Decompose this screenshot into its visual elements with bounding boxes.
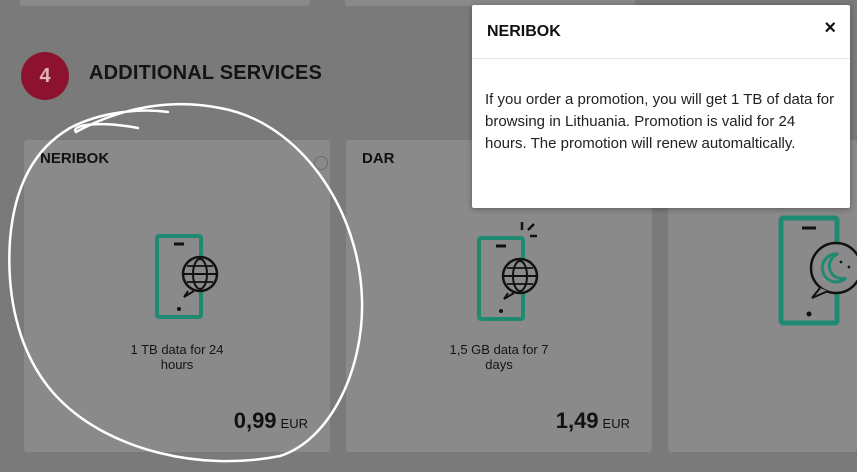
card-price: 1,49 EUR (555, 408, 630, 433)
phone-moon-chat-icon (778, 215, 857, 326)
card-description: 1 TB data for 24 hours (130, 342, 224, 372)
card-price: 0,99 EUR (233, 408, 308, 433)
card-description: 1,5 GB data for 7 days (449, 342, 549, 372)
info-popup: NERIBOK × If you order a promotion, you … (472, 5, 850, 208)
phone-globe-icon (477, 222, 539, 321)
phone-globe-icon (155, 234, 219, 319)
popup-title: NERIBOK (487, 23, 561, 40)
popup-divider (472, 58, 850, 59)
section-title: ADDITIONAL SERVICES (89, 62, 323, 84)
card-title: DAR (362, 150, 395, 167)
popup-body: If you order a promotion, you will get 1… (485, 91, 835, 152)
close-icon[interactable]: × (824, 18, 836, 38)
info-icon[interactable] (314, 156, 328, 170)
card-title: NERIBOK (40, 150, 110, 167)
service-card-neribok[interactable]: NERIBOK 1 TB data for 24 hours 0,99 EUR (24, 140, 330, 452)
previous-card (20, 0, 310, 6)
step-badge: 4 (21, 52, 69, 100)
